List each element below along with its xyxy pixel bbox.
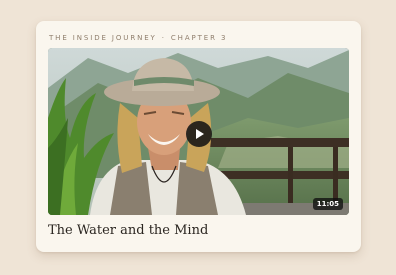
series-name: THE INSIDE JOURNEY [49,34,157,42]
video-thumbnail[interactable]: 11:05 [48,48,349,215]
chapter-label: CHAPTER 3 [170,34,228,42]
eyebrow-separator: · [161,34,166,42]
play-button[interactable] [186,121,212,147]
video-card[interactable]: THE INSIDE JOURNEY · CHAPTER 3 11:05 The… [36,21,361,252]
card-eyebrow: THE INSIDE JOURNEY · CHAPTER 3 [49,34,227,42]
play-icon [196,129,204,139]
video-duration-badge: 11:05 [312,198,343,210]
video-title[interactable]: The Water and the Mind [48,223,208,238]
